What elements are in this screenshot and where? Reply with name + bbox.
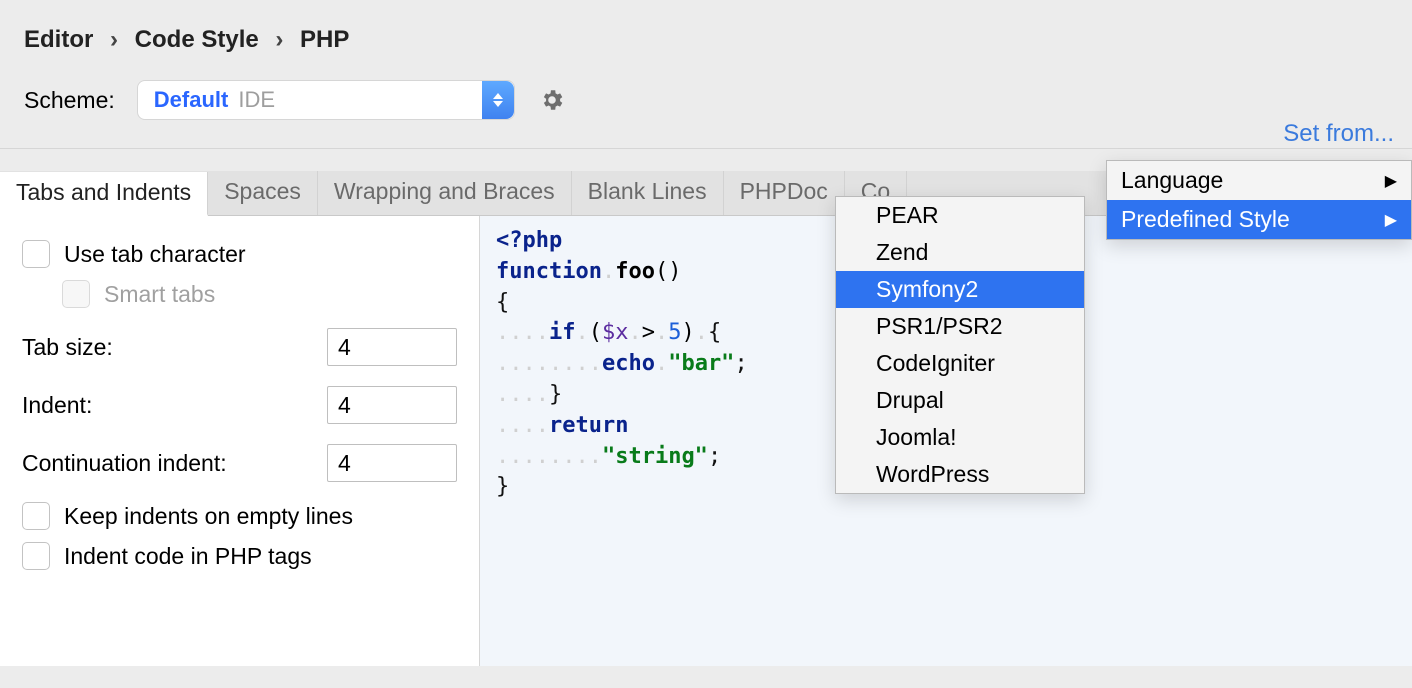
content-area: Use tab character Smart tabs Tab size: I… bbox=[0, 216, 1412, 666]
set-from-language[interactable]: Language ▶ bbox=[1107, 161, 1411, 200]
set-from-popup: Language ▶ Predefined Style ▶ bbox=[1106, 160, 1412, 240]
indent-settings-panel: Use tab character Smart tabs Tab size: I… bbox=[0, 216, 480, 666]
indent-php-tags-checkbox[interactable] bbox=[22, 542, 50, 570]
submenu-arrow-icon: ▶ bbox=[1385, 171, 1397, 191]
tab-size-input[interactable] bbox=[327, 328, 457, 366]
set-from-language-label: Language bbox=[1121, 167, 1223, 194]
predefined-wordpress[interactable]: WordPress bbox=[836, 456, 1084, 493]
scheme-select[interactable]: Default IDE bbox=[137, 80, 515, 120]
tab-wrapping-braces[interactable]: Wrapping and Braces bbox=[318, 171, 572, 215]
breadcrumb-php[interactable]: PHP bbox=[300, 26, 349, 54]
use-tab-checkbox[interactable] bbox=[22, 240, 50, 268]
code-fn-name: foo bbox=[615, 259, 655, 284]
keep-indents-checkbox[interactable] bbox=[22, 502, 50, 530]
indent-php-tags-label: Indent code in PHP tags bbox=[64, 543, 312, 570]
code-kw-if: if bbox=[549, 320, 576, 345]
continuation-indent-label: Continuation indent: bbox=[22, 450, 227, 477]
breadcrumb-code-style[interactable]: Code Style bbox=[135, 26, 259, 54]
tab-blank-lines[interactable]: Blank Lines bbox=[572, 171, 724, 215]
chevron-right-icon: › bbox=[110, 26, 118, 53]
code-num: 5 bbox=[668, 320, 681, 345]
code-op-gt: > bbox=[642, 320, 655, 345]
breadcrumb-editor[interactable]: Editor bbox=[24, 26, 93, 54]
indent-label: Indent: bbox=[22, 392, 92, 419]
scheme-hint: IDE bbox=[238, 87, 275, 113]
predefined-symfony2[interactable]: Symfony2 bbox=[836, 271, 1084, 308]
scheme-label: Scheme: bbox=[24, 87, 115, 114]
predefined-drupal[interactable]: Drupal bbox=[836, 382, 1084, 419]
code-str-string: "string" bbox=[602, 444, 708, 469]
code-var-x: $x bbox=[602, 320, 629, 345]
scheme-row: Scheme: Default IDE bbox=[0, 54, 1412, 149]
predefined-style-popup: PEAR Zend Symfony2 PSR1/PSR2 CodeIgniter… bbox=[835, 196, 1085, 494]
continuation-indent-input[interactable] bbox=[327, 444, 457, 482]
use-tab-label: Use tab character bbox=[64, 241, 246, 268]
indent-input[interactable] bbox=[327, 386, 457, 424]
breadcrumb: Editor › Code Style › PHP bbox=[0, 0, 1412, 54]
smart-tabs-checkbox bbox=[62, 280, 90, 308]
smart-tabs-label: Smart tabs bbox=[104, 281, 215, 308]
code-kw-function: function bbox=[496, 259, 602, 284]
predefined-codeigniter[interactable]: CodeIgniter bbox=[836, 345, 1084, 382]
tab-tabs-and-indents[interactable]: Tabs and Indents bbox=[0, 172, 208, 216]
set-from-link[interactable]: Set from... bbox=[1283, 120, 1394, 148]
gear-icon[interactable] bbox=[537, 85, 567, 115]
submenu-arrow-icon: ▶ bbox=[1385, 210, 1397, 230]
predefined-psr[interactable]: PSR1/PSR2 bbox=[836, 308, 1084, 345]
keep-indents-label: Keep indents on empty lines bbox=[64, 503, 353, 530]
tab-size-label: Tab size: bbox=[22, 334, 113, 361]
predefined-joomla[interactable]: Joomla! bbox=[836, 419, 1084, 456]
set-from-predefined-style[interactable]: Predefined Style ▶ bbox=[1107, 200, 1411, 239]
predefined-pear[interactable]: PEAR bbox=[836, 197, 1084, 234]
code-open-tag: <?php bbox=[496, 228, 562, 253]
code-str-bar: "bar" bbox=[668, 351, 734, 376]
tab-spaces[interactable]: Spaces bbox=[208, 171, 318, 215]
predefined-zend[interactable]: Zend bbox=[836, 234, 1084, 271]
code-kw-return: return bbox=[549, 413, 628, 438]
scheme-selected-value: Default bbox=[154, 87, 229, 113]
chevron-right-icon: › bbox=[275, 26, 283, 53]
scheme-stepper-icon[interactable] bbox=[482, 81, 514, 119]
set-from-predefined-label: Predefined Style bbox=[1121, 206, 1290, 233]
tab-phpdoc[interactable]: PHPDoc bbox=[724, 171, 845, 215]
code-kw-echo: echo bbox=[602, 351, 655, 376]
